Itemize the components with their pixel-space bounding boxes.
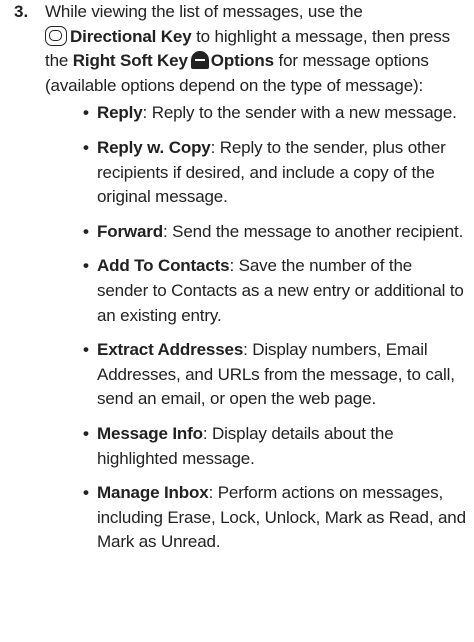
right-soft-key-label: Right Soft Key [72,51,188,71]
directional-key-label: Directional Key [70,26,192,46]
directional-key-icon [45,25,67,46]
intro-text-1: While viewing the list of messages, use … [45,2,363,21]
option-term: Reply w. Copy [97,137,211,157]
step-3: 3. While viewing the list of messages, u… [14,0,466,565]
option-term: Extract Addresses [97,340,244,360]
list-item: Forward: Send the message to another rec… [45,220,466,245]
list-item: Manage Inbox: Perform actions on message… [45,481,466,555]
right-soft-key-icon [190,51,209,70]
option-term: Reply [97,103,143,123]
list-item: Reply: Reply to the sender with a new me… [45,101,466,126]
step-number: 3. [14,2,29,21]
option-description: : Send the message to another recipient. [163,221,464,241]
options-label: Options [210,51,274,71]
list-item: Reply w. Copy: Reply to the sender, plus… [45,136,466,210]
list-item: Message Info: Display details about the … [45,422,466,471]
option-term: Forward [97,221,164,241]
step-instructions: While viewing the list of messages, use … [45,0,466,555]
list-item: Add To Contacts: Save the number of the … [45,254,466,328]
option-term: Add To Contacts [97,256,230,276]
option-term: Message Info [97,423,203,443]
option-term: Manage Inbox [97,483,209,503]
message-options-list: Reply: Reply to the sender with a new me… [45,101,466,555]
option-description: : Reply to the sender with a new message… [142,103,457,123]
list-item: Extract Addresses: Display numbers, Emai… [45,338,466,412]
